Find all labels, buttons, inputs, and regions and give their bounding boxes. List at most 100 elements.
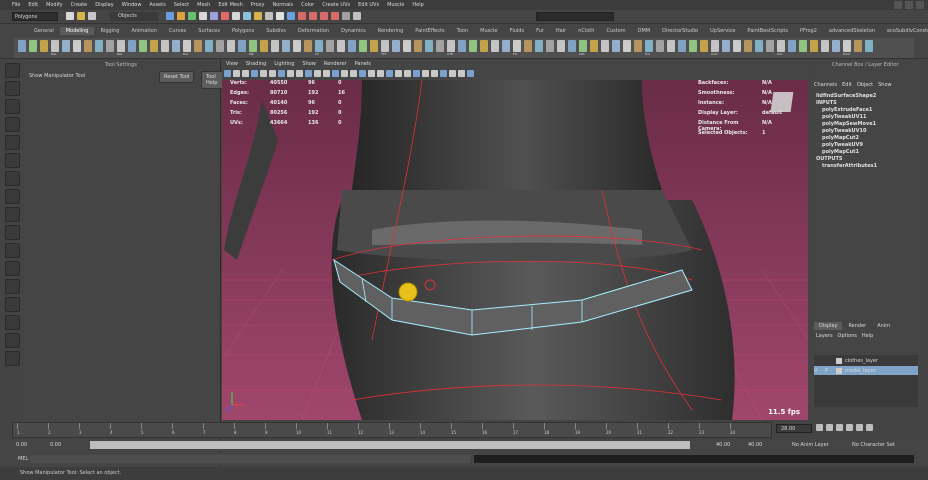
- channel-box-node[interactable]: polyMapCut1: [816, 149, 877, 156]
- layer-menu-layers[interactable]: Layers: [816, 333, 833, 339]
- shelf-tab-general[interactable]: General: [28, 27, 60, 35]
- channel-box-node[interactable]: lidfindSurfaceShape2: [816, 93, 877, 100]
- range-end[interactable]: 40.00: [748, 442, 762, 448]
- shelf-tab-rendering[interactable]: Rendering: [372, 27, 410, 35]
- range-bar[interactable]: [90, 441, 690, 449]
- shelf-tool-icon[interactable]: [502, 40, 510, 52]
- shelf-tool-icon[interactable]: [810, 40, 818, 52]
- menu-help[interactable]: Help: [412, 2, 423, 8]
- command-input[interactable]: [30, 455, 470, 463]
- shelf-tool-icon[interactable]: [425, 40, 433, 52]
- viewport-toolbar-icon[interactable]: [422, 70, 429, 77]
- viewport-toolbar-icon[interactable]: [314, 70, 321, 77]
- view-cube[interactable]: [770, 92, 794, 112]
- shelf-tool-icon[interactable]: SM: [249, 40, 257, 56]
- status-tool-icon[interactable]: [353, 12, 361, 20]
- layout-persp-icon[interactable]: [4, 297, 20, 312]
- viewport-menu-shading[interactable]: Shading: [246, 61, 266, 67]
- status-tool-icon[interactable]: [309, 12, 317, 20]
- status-tool-icon[interactable]: [177, 12, 185, 20]
- viewport-toolbar-icon[interactable]: [386, 70, 393, 77]
- viewport-canvas[interactable]: Verts: 40550 96 0 Edges: 80710 192 16 Faces: 4014…: [222, 80, 808, 420]
- channel-box-node[interactable]: polyExtrudeFace1: [816, 107, 877, 114]
- menu-mesh[interactable]: Mesh: [197, 2, 210, 8]
- status-tool-icon[interactable]: [265, 12, 273, 20]
- shelf-tool-icon[interactable]: [700, 40, 708, 52]
- shelf-tool-icon[interactable]: [359, 40, 367, 52]
- viewport-toolbar-icon[interactable]: [269, 70, 276, 77]
- layer-color-swatch[interactable]: [836, 357, 842, 364]
- shelf-tool-icon[interactable]: [678, 40, 686, 52]
- shelf-tool-icon[interactable]: [205, 40, 213, 52]
- anim-layer-field[interactable]: No Anim Layer: [792, 442, 829, 448]
- shelf-tool-icon[interactable]: [293, 40, 301, 52]
- channel-box-node[interactable]: polyMapCut2: [816, 135, 877, 142]
- viewport-menu-lighting[interactable]: Lighting: [274, 61, 294, 67]
- menu-create[interactable]: Create: [71, 2, 88, 8]
- layer-playback-toggle[interactable]: P: [825, 368, 833, 374]
- shelf-tool-icon[interactable]: [458, 40, 466, 52]
- channel-box-node[interactable]: polyTweakUV10: [816, 128, 877, 135]
- shelf-tool-icon[interactable]: [755, 40, 763, 52]
- shelf-tab-fur[interactable]: Fur: [530, 27, 550, 35]
- shelf-tab-ecosubdivconstraint[interactable]: ecoSubdivConstraint: [881, 27, 928, 35]
- shelf-tool-icon[interactable]: [414, 40, 422, 52]
- shelf-tool-icon[interactable]: [469, 40, 477, 52]
- status-tool-icon[interactable]: [331, 12, 339, 20]
- shelf-tool-icon[interactable]: [722, 40, 730, 52]
- layer-tab-render[interactable]: Render: [843, 322, 872, 330]
- shelf-tab-painteffects[interactable]: PaintEffects: [409, 27, 450, 35]
- channel-box-node[interactable]: OUTPUTS: [816, 156, 877, 163]
- shelf-tab-animation[interactable]: Animation: [125, 27, 163, 35]
- shelf-tool-icon[interactable]: [744, 40, 752, 52]
- manipulator-cursor[interactable]: [398, 282, 418, 302]
- shelf-tool-icon[interactable]: TFT: [381, 40, 389, 56]
- viewport-toolbar-icon[interactable]: [440, 70, 447, 77]
- select-tool-icon[interactable]: [4, 63, 20, 78]
- close-icon[interactable]: [916, 1, 924, 9]
- layout-graph-icon[interactable]: [4, 333, 20, 348]
- step-forward-icon[interactable]: [856, 424, 863, 431]
- layer-tab-display[interactable]: Display: [814, 322, 843, 330]
- shelf-tab-rigging[interactable]: Rigging: [94, 27, 125, 35]
- shelf-tool-icon[interactable]: [788, 40, 796, 52]
- layer-color-swatch[interactable]: [836, 367, 842, 374]
- shelf-tool-icon[interactable]: [403, 40, 411, 52]
- maximize-icon[interactable]: [905, 1, 913, 9]
- open-scene-icon[interactable]: [77, 12, 85, 20]
- viewport-toolbar-icon[interactable]: [431, 70, 438, 77]
- shelf-tool-icon[interactable]: D%: [645, 40, 653, 56]
- shelf-tool-icon[interactable]: [480, 40, 488, 52]
- shelf-tool-icon[interactable]: [546, 40, 554, 52]
- viewport-toolbar-icon[interactable]: [332, 70, 339, 77]
- universal-manip-icon[interactable]: [4, 171, 20, 186]
- channel-box-node[interactable]: polyTweakUV9: [816, 142, 877, 149]
- shelf-tool-icon[interactable]: [524, 40, 532, 52]
- last-tool-icon[interactable]: [4, 225, 20, 240]
- shelf-tool-icon[interactable]: [84, 40, 92, 52]
- status-tool-icon[interactable]: [166, 12, 174, 20]
- step-back-icon[interactable]: [826, 424, 833, 431]
- lasso-tool-icon[interactable]: [4, 81, 20, 96]
- shelf-tool-icon[interactable]: [766, 40, 774, 52]
- shelf-tool-icon[interactable]: [689, 40, 697, 52]
- scale-tool-icon[interactable]: [4, 153, 20, 168]
- viewport-toolbar-icon[interactable]: [359, 70, 366, 77]
- layer-menu-help[interactable]: Help: [862, 333, 873, 339]
- shelf-tab-toon[interactable]: Toon: [451, 27, 475, 35]
- shelf-tool-icon[interactable]: [557, 40, 565, 52]
- go-to-end-icon[interactable]: [866, 424, 873, 431]
- shelf-tool-icon[interactable]: [216, 40, 224, 52]
- layout-four-icon[interactable]: [4, 261, 20, 276]
- shelf-tool-icon[interactable]: Unsl: [711, 40, 719, 56]
- viewport-toolbar-icon[interactable]: [323, 70, 330, 77]
- status-tool-icon[interactable]: [298, 12, 306, 20]
- shelf-tool-icon[interactable]: [854, 40, 862, 52]
- menu-proxy[interactable]: Proxy: [251, 2, 265, 8]
- channel-box-menu-channels[interactable]: Channels: [814, 82, 837, 88]
- show-manip-icon[interactable]: [4, 207, 20, 222]
- shelf-tab-pfrog2[interactable]: PFrog2: [794, 27, 823, 35]
- save-scene-icon[interactable]: [88, 12, 96, 20]
- shelf-tab-ncloth[interactable]: nCloth: [572, 27, 600, 35]
- channel-box-menu-object[interactable]: Object: [857, 82, 873, 88]
